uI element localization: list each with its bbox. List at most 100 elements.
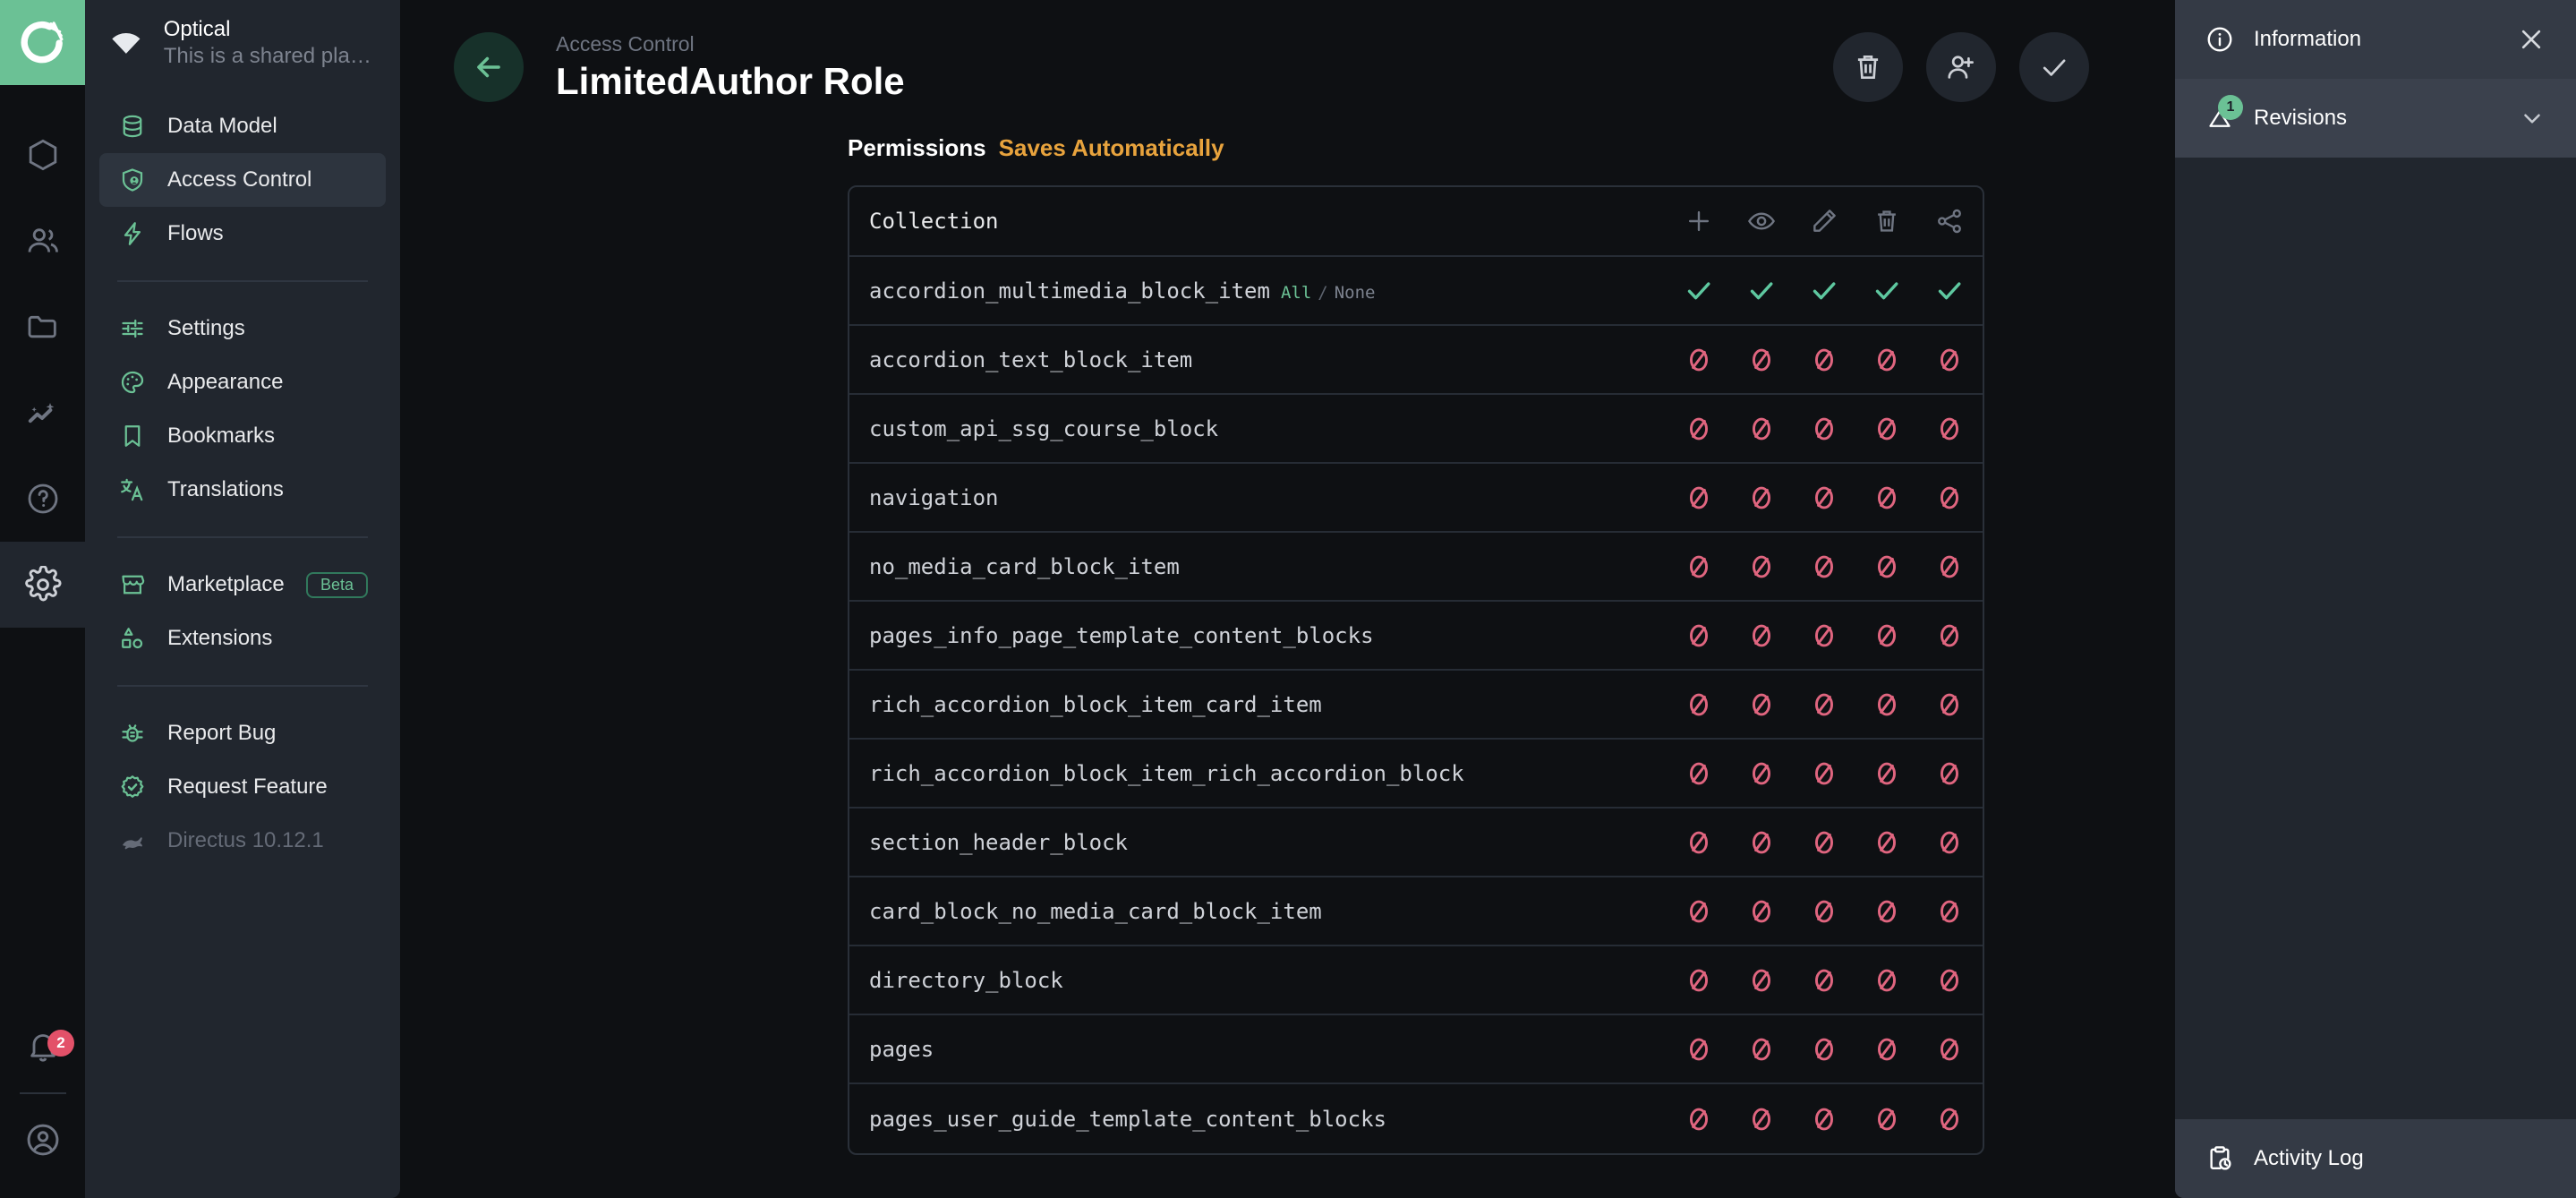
permission-cell-read[interactable] — [1730, 897, 1793, 926]
add-user-button[interactable] — [1926, 32, 1996, 102]
column-header-read[interactable] — [1730, 207, 1793, 235]
permission-cell-create[interactable] — [1668, 828, 1730, 857]
permission-cell-read[interactable] — [1730, 346, 1793, 374]
permission-cell-read[interactable] — [1730, 1035, 1793, 1064]
permission-cell-delete[interactable] — [1855, 828, 1918, 857]
permission-cell-read[interactable] — [1730, 966, 1793, 995]
permission-cell-delete[interactable] — [1855, 621, 1918, 650]
permission-cell-create[interactable] — [1668, 483, 1730, 512]
revisions-expand-toggle[interactable] — [2519, 105, 2546, 132]
permission-cell-delete[interactable] — [1855, 1035, 1918, 1064]
directus-logo[interactable] — [0, 0, 85, 85]
sidebar-item-bookmarks[interactable]: Bookmarks — [99, 409, 386, 463]
permission-cell-delete[interactable] — [1855, 346, 1918, 374]
permission-cell-create[interactable] — [1668, 966, 1730, 995]
save-button[interactable] — [2019, 32, 2089, 102]
rail-item-files[interactable] — [0, 284, 85, 370]
close-info-sidebar-button[interactable] — [2517, 25, 2546, 54]
permission-cell-update[interactable] — [1793, 621, 1855, 650]
permission-cell-delete[interactable] — [1855, 759, 1918, 788]
permission-cell-share[interactable] — [1918, 552, 1981, 581]
permission-cell-share[interactable] — [1918, 1035, 1981, 1064]
permission-cell-delete[interactable] — [1855, 690, 1918, 719]
permission-cell-update[interactable] — [1793, 552, 1855, 581]
set-all-link[interactable]: All — [1281, 283, 1311, 303]
permission-cell-update[interactable] — [1793, 759, 1855, 788]
permission-cell-share[interactable] — [1918, 759, 1981, 788]
permission-cell-share[interactable] — [1918, 415, 1981, 443]
permission-cell-delete[interactable] — [1855, 897, 1918, 926]
column-header-delete[interactable] — [1855, 207, 1918, 235]
permission-cell-read[interactable] — [1730, 552, 1793, 581]
sidebar-item-access-control[interactable]: Access Control — [99, 153, 386, 207]
sidebar-item-settings[interactable]: Settings — [99, 302, 386, 355]
permission-cell-share[interactable] — [1918, 483, 1981, 512]
permission-cell-share[interactable] — [1918, 346, 1981, 374]
sidebar-item-marketplace[interactable]: Marketplace Beta — [99, 558, 386, 612]
permission-cell-read[interactable] — [1730, 690, 1793, 719]
permission-cell-update[interactable] — [1793, 897, 1855, 926]
permission-cell-share[interactable] — [1918, 621, 1981, 650]
rail-item-notifications[interactable]: 2 — [0, 1008, 85, 1085]
sidebar-item-extensions[interactable]: Extensions — [99, 612, 386, 665]
rail-item-account[interactable] — [0, 1101, 85, 1178]
permission-cell-read[interactable] — [1730, 276, 1793, 306]
sidebar-item-report-bug[interactable]: Report Bug — [99, 706, 386, 760]
column-header-share[interactable] — [1918, 207, 1981, 235]
permission-cell-update[interactable] — [1793, 690, 1855, 719]
permission-cell-create[interactable] — [1668, 621, 1730, 650]
rail-item-help[interactable] — [0, 456, 85, 542]
permission-cell-update[interactable] — [1793, 346, 1855, 374]
rail-item-insights[interactable] — [0, 370, 85, 456]
sidebar-item-appearance[interactable]: Appearance — [99, 355, 386, 409]
permission-cell-delete[interactable] — [1855, 1105, 1918, 1134]
rail-item-settings[interactable] — [0, 542, 85, 628]
breadcrumb[interactable]: Access Control — [556, 31, 905, 58]
permission-cell-share[interactable] — [1918, 828, 1981, 857]
permission-cell-update[interactable] — [1793, 966, 1855, 995]
permission-cell-update[interactable] — [1793, 483, 1855, 512]
sidebar-item-flows[interactable]: Flows — [99, 207, 386, 261]
permission-cell-create[interactable] — [1668, 897, 1730, 926]
permission-cell-create[interactable] — [1668, 552, 1730, 581]
permission-cell-read[interactable] — [1730, 415, 1793, 443]
activity-log-button[interactable]: Activity Log — [2175, 1119, 2576, 1198]
permission-cell-read[interactable] — [1730, 1105, 1793, 1134]
permission-cell-delete[interactable] — [1855, 415, 1918, 443]
permission-cell-share[interactable] — [1918, 897, 1981, 926]
permission-cell-create[interactable] — [1668, 690, 1730, 719]
permission-cell-create[interactable] — [1668, 276, 1730, 306]
permission-cell-delete[interactable] — [1855, 966, 1918, 995]
permission-cell-read[interactable] — [1730, 759, 1793, 788]
permission-cell-update[interactable] — [1793, 828, 1855, 857]
permission-cell-create[interactable] — [1668, 1105, 1730, 1134]
set-none-link[interactable]: None — [1335, 283, 1376, 303]
permission-cell-share[interactable] — [1918, 690, 1981, 719]
sidebar-item-translations[interactable]: Translations — [99, 463, 386, 517]
permission-cell-update[interactable] — [1793, 276, 1855, 306]
rail-item-users[interactable] — [0, 198, 85, 284]
permission-cell-share[interactable] — [1918, 1105, 1981, 1134]
column-header-update[interactable] — [1793, 207, 1855, 235]
permission-cell-delete[interactable] — [1855, 552, 1918, 581]
permission-cell-create[interactable] — [1668, 1035, 1730, 1064]
permission-cell-delete[interactable] — [1855, 276, 1918, 306]
sidebar-item-request-feature[interactable]: Request Feature — [99, 760, 386, 814]
permission-cell-share[interactable] — [1918, 966, 1981, 995]
column-header-create[interactable] — [1668, 207, 1730, 235]
permission-cell-read[interactable] — [1730, 828, 1793, 857]
permission-cell-read[interactable] — [1730, 483, 1793, 512]
permission-cell-delete[interactable] — [1855, 483, 1918, 512]
permission-cell-update[interactable] — [1793, 1105, 1855, 1134]
project-info[interactable]: Optical This is a shared playgr... — [85, 0, 400, 85]
permission-cell-read[interactable] — [1730, 621, 1793, 650]
delete-role-button[interactable] — [1833, 32, 1903, 102]
permission-cell-create[interactable] — [1668, 415, 1730, 443]
back-button[interactable] — [454, 32, 524, 102]
permission-cell-share[interactable] — [1918, 276, 1981, 306]
rail-item-content[interactable] — [0, 112, 85, 198]
sidebar-item-data-model[interactable]: Data Model — [99, 99, 386, 153]
permission-cell-update[interactable] — [1793, 1035, 1855, 1064]
revisions-section[interactable]: 1 Revisions — [2175, 79, 2576, 158]
permission-cell-update[interactable] — [1793, 415, 1855, 443]
